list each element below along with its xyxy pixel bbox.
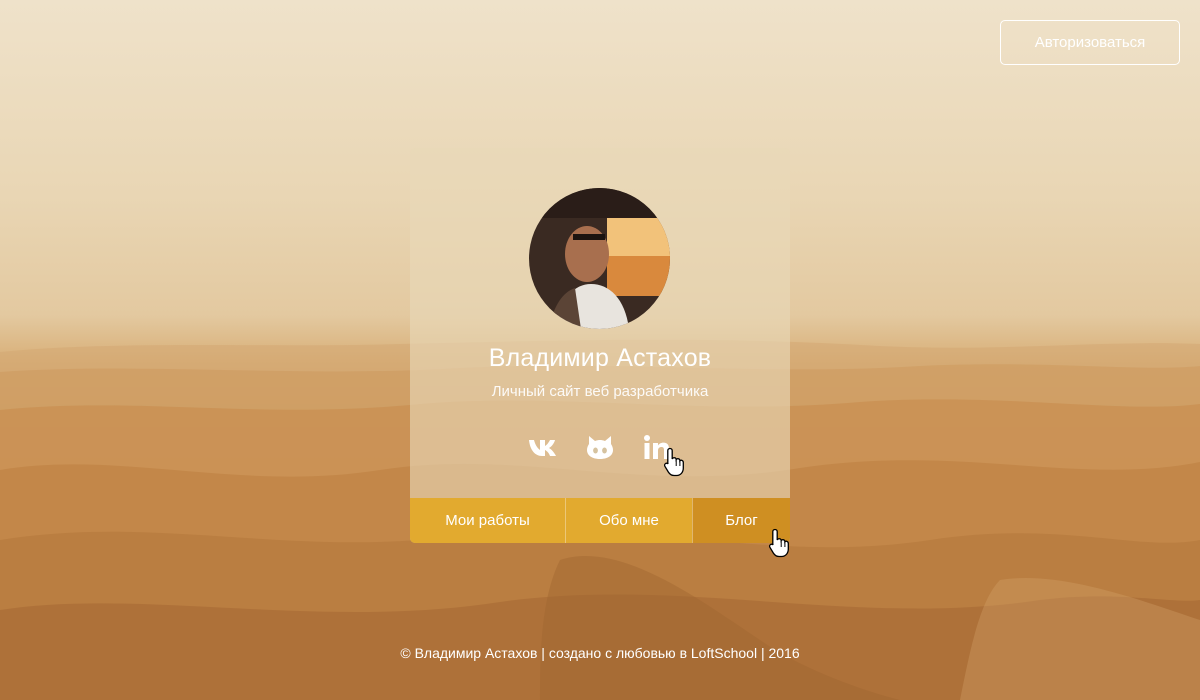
page: Авторизоваться Владимир Астахов Личный с… [0, 0, 1200, 700]
nav-my-works[interactable]: Мои работы [410, 498, 565, 543]
nav-blog[interactable]: Блог [692, 498, 790, 543]
github-link[interactable] [583, 431, 617, 463]
main-nav: Мои работы Обо мне Блог [410, 498, 790, 543]
vk-link[interactable] [527, 431, 561, 463]
linkedin-icon [644, 435, 669, 459]
vk-icon [529, 440, 556, 456]
authorize-button[interactable]: Авторизоваться [1000, 20, 1180, 65]
nav-about-me[interactable]: Обо мне [565, 498, 692, 543]
profile-name: Владимир Астахов [488, 344, 712, 372]
linkedin-link[interactable] [639, 431, 673, 463]
avatar-photo [529, 188, 670, 329]
profile-subtitle: Личный сайт веб разработчика [491, 383, 709, 400]
footer-copyright: © Владимир Астахов | создано с любовью в… [400, 645, 800, 661]
github-icon [587, 436, 613, 459]
profile-card: Владимир Астахов Личный сайт веб разрабо… [410, 148, 790, 543]
avatar [529, 188, 670, 329]
social-links [410, 431, 790, 463]
